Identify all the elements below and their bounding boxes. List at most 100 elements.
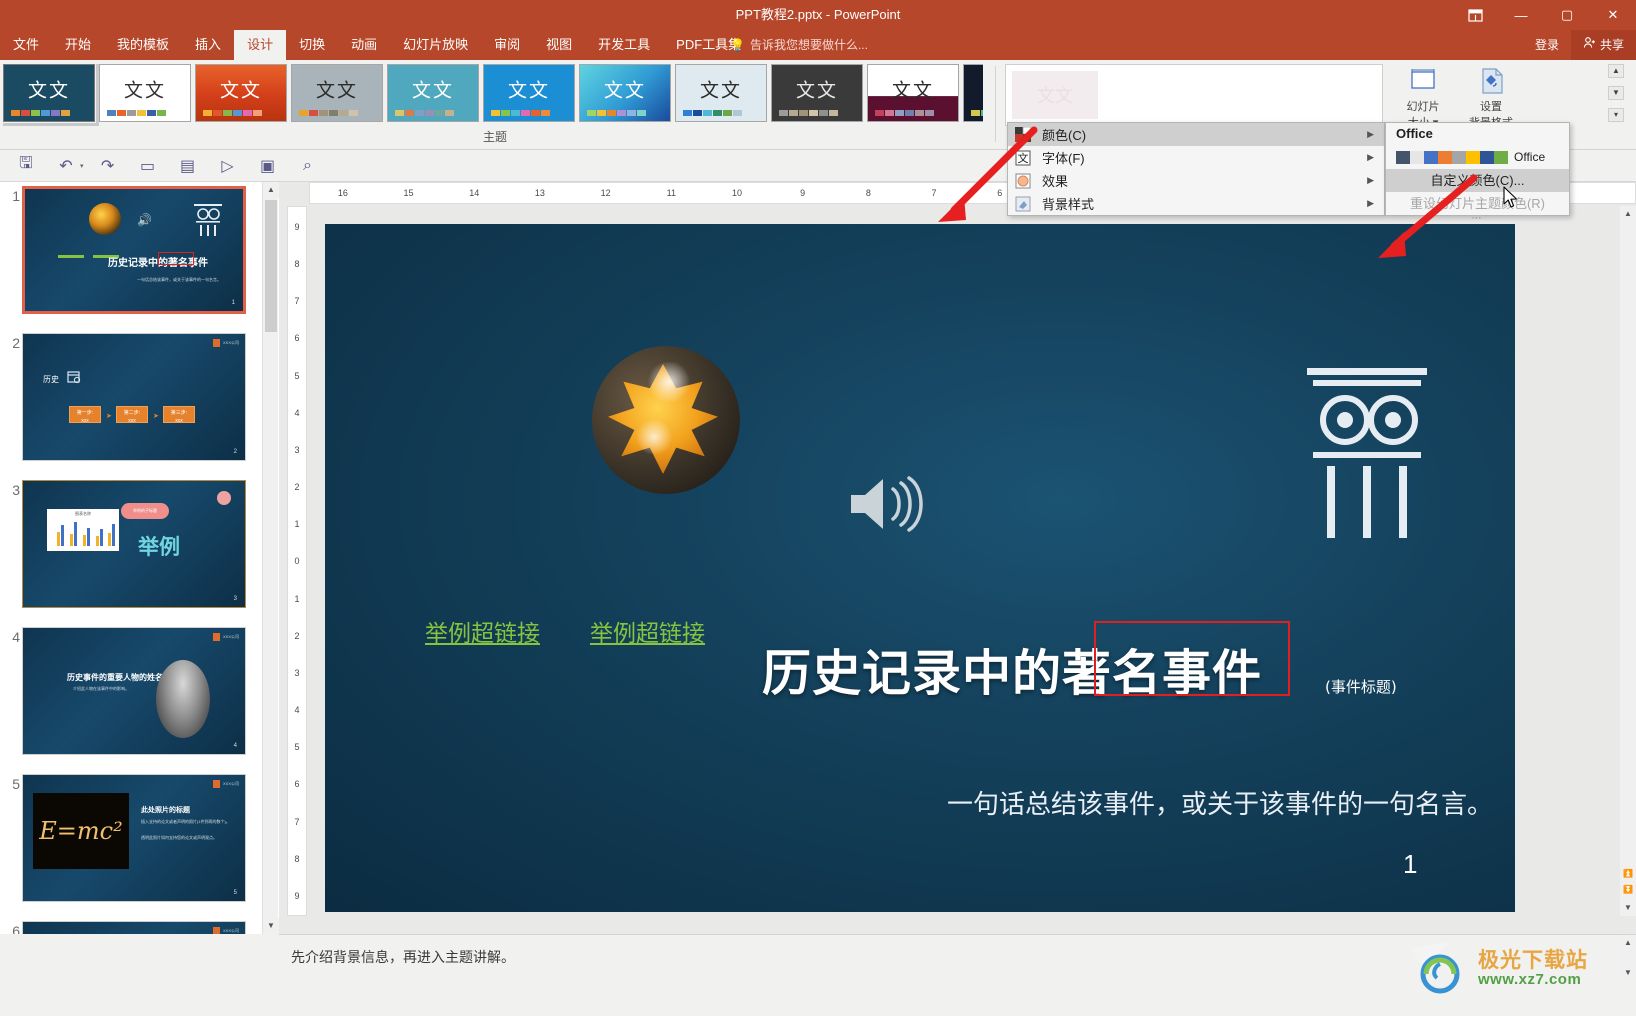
print-preview-icon[interactable]: ⌕ bbox=[288, 152, 328, 180]
slide-thumb-item[interactable]: 5 XXX公司 E=mc² 此处照片的标题 插入支持的论文或者声明的照片(1件到两… bbox=[0, 770, 262, 917]
custom-colors-menu-item[interactable]: 自定义颜色(C)... bbox=[1386, 169, 1569, 192]
variants-gallery[interactable]: 文文 bbox=[1005, 64, 1383, 126]
variant-thumb[interactable]: 文文 bbox=[1012, 71, 1098, 119]
context-menu-item-0[interactable]: 颜色(C) ▶ bbox=[1008, 123, 1384, 146]
theme-thumb-2[interactable]: 文文 bbox=[195, 64, 287, 122]
slide-thumbnail-3[interactable]: 图表名称 举例的子标题 举例 3 bbox=[22, 480, 246, 608]
ribbon-tab-0[interactable]: 文件 bbox=[0, 30, 52, 60]
ribbon-tab-4[interactable]: 设计 bbox=[234, 30, 287, 60]
context-menu-item-2[interactable]: 效果 ▶ bbox=[1008, 169, 1384, 192]
new-slide-icon[interactable]: ▤ bbox=[168, 152, 208, 180]
redo-icon[interactable]: ↷ bbox=[88, 152, 128, 180]
notes-scroll-down[interactable]: ▼ bbox=[1620, 965, 1636, 981]
theme-swatch-7[interactable] bbox=[1494, 150, 1508, 164]
gallery-scroll-up[interactable]: ▲ bbox=[1608, 64, 1624, 78]
slide-thumb-item[interactable]: 1 🔊 历史记录中的著名事件 一句话总结该事件，或关于该事件的一句名言。 1 bbox=[0, 182, 262, 329]
theme-thumb-1[interactable]: 文文 bbox=[99, 64, 191, 122]
ribbon-tab-2[interactable]: 我的模板 bbox=[104, 30, 182, 60]
slide-thumbnail-6[interactable]: XXX公司 ” 该事件的名言，或支持你的论文或声明语句的一般引述。6 bbox=[22, 921, 246, 934]
greek-pillar-icon[interactable] bbox=[1303, 364, 1431, 554]
start-from-beginning-icon[interactable]: ▭ bbox=[128, 152, 168, 180]
minimize-button[interactable]: — bbox=[1498, 0, 1544, 30]
slide-thumbnail-panel[interactable]: 1 🔊 历史记录中的著名事件 一句话总结该事件，或关于该事件的一句名言。 1 2 XX… bbox=[0, 182, 262, 934]
theme-swatch-2[interactable] bbox=[1424, 150, 1438, 164]
notes-scrollbar[interactable]: ▲ ▼ bbox=[1620, 935, 1636, 981]
ribbon-tab-9[interactable]: 视图 bbox=[533, 30, 585, 60]
vertical-ruler[interactable]: 9 8 7 6 5 4 3 2 1 0 1 2 3 4 5 6 7 8 9 bbox=[287, 206, 307, 916]
undo-dropdown-caret[interactable]: ▾ bbox=[80, 162, 84, 170]
presenter-view-icon[interactable]: ▣ bbox=[248, 152, 288, 180]
slide-panel-scroll-thumb[interactable] bbox=[265, 200, 277, 332]
maximize-button[interactable]: ▢ bbox=[1544, 0, 1590, 30]
ribbon-tab-1[interactable]: 开始 bbox=[52, 30, 104, 60]
slide-thumbnail-1[interactable]: 🔊 历史记录中的著名事件 一句话总结该事件，或关于该事件的一句名言。 1 bbox=[22, 186, 246, 314]
slide-panel-scroll-up[interactable]: ▲ bbox=[263, 182, 279, 198]
save-icon[interactable]: 🖫 bbox=[6, 152, 46, 180]
autumn-leaf-photo[interactable] bbox=[592, 346, 740, 494]
theme-thumb-3[interactable]: 文文 bbox=[291, 64, 383, 122]
edit-area-scrollbar[interactable]: ▲ ⏫ ⏬ ▼ bbox=[1620, 206, 1636, 916]
slide-thumb-item[interactable]: 6XXX公司 ” 该事件的名言，或支持你的论文或声明语句的一般引述。6 bbox=[0, 917, 262, 934]
theme-thumb-10[interactable]: 文文 bbox=[963, 64, 983, 122]
slide-thumb-item[interactable]: 3 图表名称 举例的子标题 举例 3 bbox=[0, 476, 262, 623]
speaker-audio-icon[interactable] bbox=[845, 469, 929, 539]
sign-in-button[interactable]: 登录 bbox=[1523, 30, 1571, 60]
close-button[interactable]: ✕ bbox=[1590, 0, 1636, 30]
ribbon-tab-7[interactable]: 幻灯片放映 bbox=[390, 30, 481, 60]
theme-gallery[interactable]: 文文 文文 文文 文文 文文 文文 文文 文文 文文 文文 文文 bbox=[3, 64, 983, 126]
notes-text[interactable]: 先介绍背景信息，再进入主题讲解。 bbox=[291, 947, 515, 967]
theme-color-row[interactable]: Office bbox=[1386, 145, 1569, 169]
theme-gallery-scroll[interactable]: ▲ ▼ ▾ bbox=[1608, 64, 1624, 122]
slide-subtitle[interactable]: 一句话总结该事件，或关于该事件的一句名言。 bbox=[947, 784, 1493, 821]
theme-colors-submenu[interactable]: Office Office 自定义颜色(C)... 重设幻灯片主题颜色(R) ⋯ bbox=[1385, 122, 1570, 224]
slide-hyperlink-0[interactable]: 举例超链接 bbox=[425, 614, 540, 648]
design-context-menu[interactable]: 颜色(C) ▶ 文字体(F) ▶ 效果 ▶ 背景样式 ▶ bbox=[1007, 122, 1385, 216]
theme-swatch-6[interactable] bbox=[1480, 150, 1494, 164]
ribbon-display-options-icon[interactable] bbox=[1452, 0, 1498, 30]
tell-me-box[interactable]: 💡 告诉我您想要做什么... bbox=[730, 30, 868, 60]
edit-scroll-next-slide[interactable]: ⏬ bbox=[1620, 882, 1636, 898]
theme-thumb-5[interactable]: 文文 bbox=[483, 64, 575, 122]
ribbon-tab-8[interactable]: 审阅 bbox=[481, 30, 533, 60]
edit-scroll-prev-slide[interactable]: ⏫ bbox=[1620, 866, 1636, 882]
theme-thumb-4[interactable]: 文文 bbox=[387, 64, 479, 122]
slide-thumb-item[interactable]: 4 XXX公司 历史事件的重要人物的姓名 介绍此人物在该事件中的影响。 4 bbox=[0, 623, 262, 770]
slide-hyperlink-1[interactable]: 举例超链接 bbox=[590, 614, 705, 648]
notes-scroll-up[interactable]: ▲ bbox=[1620, 935, 1636, 951]
theme-thumb-9[interactable]: 文文 bbox=[867, 64, 959, 122]
theme-swatch-5[interactable] bbox=[1466, 150, 1480, 164]
context-menu-item-3[interactable]: 背景样式 ▶ bbox=[1008, 192, 1384, 215]
slide-panel-scroll-down[interactable]: ▼ bbox=[263, 918, 279, 934]
thumb-subtitle: 一句话总结该事件，或关于该事件的一句名言。 bbox=[137, 277, 221, 282]
share-button[interactable]: 共享 bbox=[1570, 30, 1636, 60]
ribbon-tab-6[interactable]: 动画 bbox=[338, 30, 390, 60]
ribbon-tab-5[interactable]: 切换 bbox=[286, 30, 338, 60]
slide-thumbnail-2[interactable]: XXX公司 历史 第一步: xxx ➤ 第二步: xxx ➤ 第三步: xxx 2 bbox=[22, 333, 246, 461]
theme-swatch-3[interactable] bbox=[1438, 150, 1452, 164]
edit-scroll-down[interactable]: ▼ bbox=[1620, 900, 1636, 916]
slide-thumbnail-4[interactable]: XXX公司 历史事件的重要人物的姓名 介绍此人物在该事件中的影响。 4 bbox=[22, 627, 246, 755]
theme-swatch-0[interactable] bbox=[1396, 150, 1410, 164]
ribbon-tab-10[interactable]: 开发工具 bbox=[585, 30, 663, 60]
ruler-tick-v-9: 0 bbox=[294, 556, 300, 567]
theme-thumb-0[interactable]: 文文 bbox=[3, 64, 99, 126]
theme-thumb-8[interactable]: 文文 bbox=[771, 64, 863, 122]
slide-size-button[interactable]: 幻灯片 大小 ▾ bbox=[1392, 64, 1454, 130]
slideshow-icon[interactable]: ▷ bbox=[208, 152, 248, 180]
submenu-grip-dots[interactable]: ⋯ bbox=[1386, 214, 1569, 224]
theme-thumb-6[interactable]: 文文 bbox=[579, 64, 671, 122]
gallery-scroll-down[interactable]: ▼ bbox=[1608, 86, 1624, 100]
edit-scroll-up[interactable]: ▲ bbox=[1620, 206, 1636, 222]
theme-swatch-1[interactable] bbox=[1410, 150, 1424, 164]
slide-canvas[interactable]: 举例超链接 举例超链接 历史记录中的著名事件 (事件标题) 一句话总结该事件，或关… bbox=[325, 224, 1515, 912]
ribbon-tab-3[interactable]: 插入 bbox=[182, 30, 234, 60]
theme-swatch-4[interactable] bbox=[1452, 150, 1466, 164]
format-background-button[interactable]: 设置 背景格式 bbox=[1460, 64, 1522, 130]
slide-panel-scrollbar[interactable]: ▲ ▼ bbox=[262, 182, 279, 934]
context-menu-item-1[interactable]: 文字体(F) ▶ bbox=[1008, 146, 1384, 169]
gallery-more[interactable]: ▾ bbox=[1608, 108, 1624, 122]
slide-thumbnail-5[interactable]: XXX公司 E=mc² 此处照片的标题 插入支持的论文或者声明的照片(1件到两的… bbox=[22, 774, 246, 902]
theme-thumb-7[interactable]: 文文 bbox=[675, 64, 767, 122]
slide-thumb-item[interactable]: 2 XXX公司 历史 第一步: xxx ➤ 第二步: xxx ➤ 第三步: xxx 2 bbox=[0, 329, 262, 476]
theme-color-swatches[interactable] bbox=[1396, 150, 1508, 164]
